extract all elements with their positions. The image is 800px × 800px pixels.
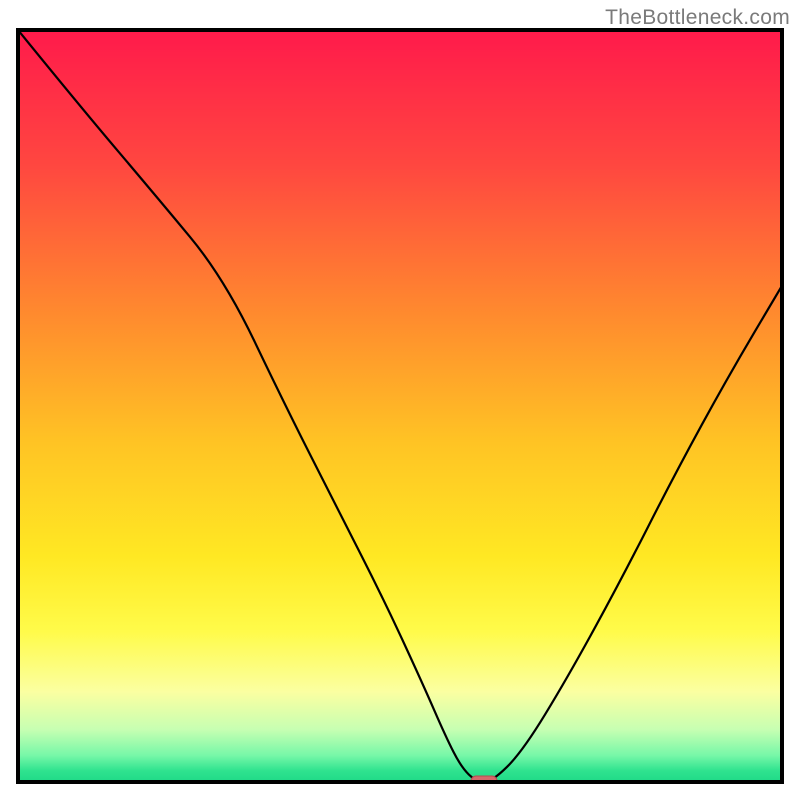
chart-stage: TheBottleneck.com [0, 0, 800, 800]
gradient-background [18, 30, 782, 782]
watermark-label: TheBottleneck.com [605, 6, 790, 30]
bottleneck-chart [0, 0, 800, 800]
